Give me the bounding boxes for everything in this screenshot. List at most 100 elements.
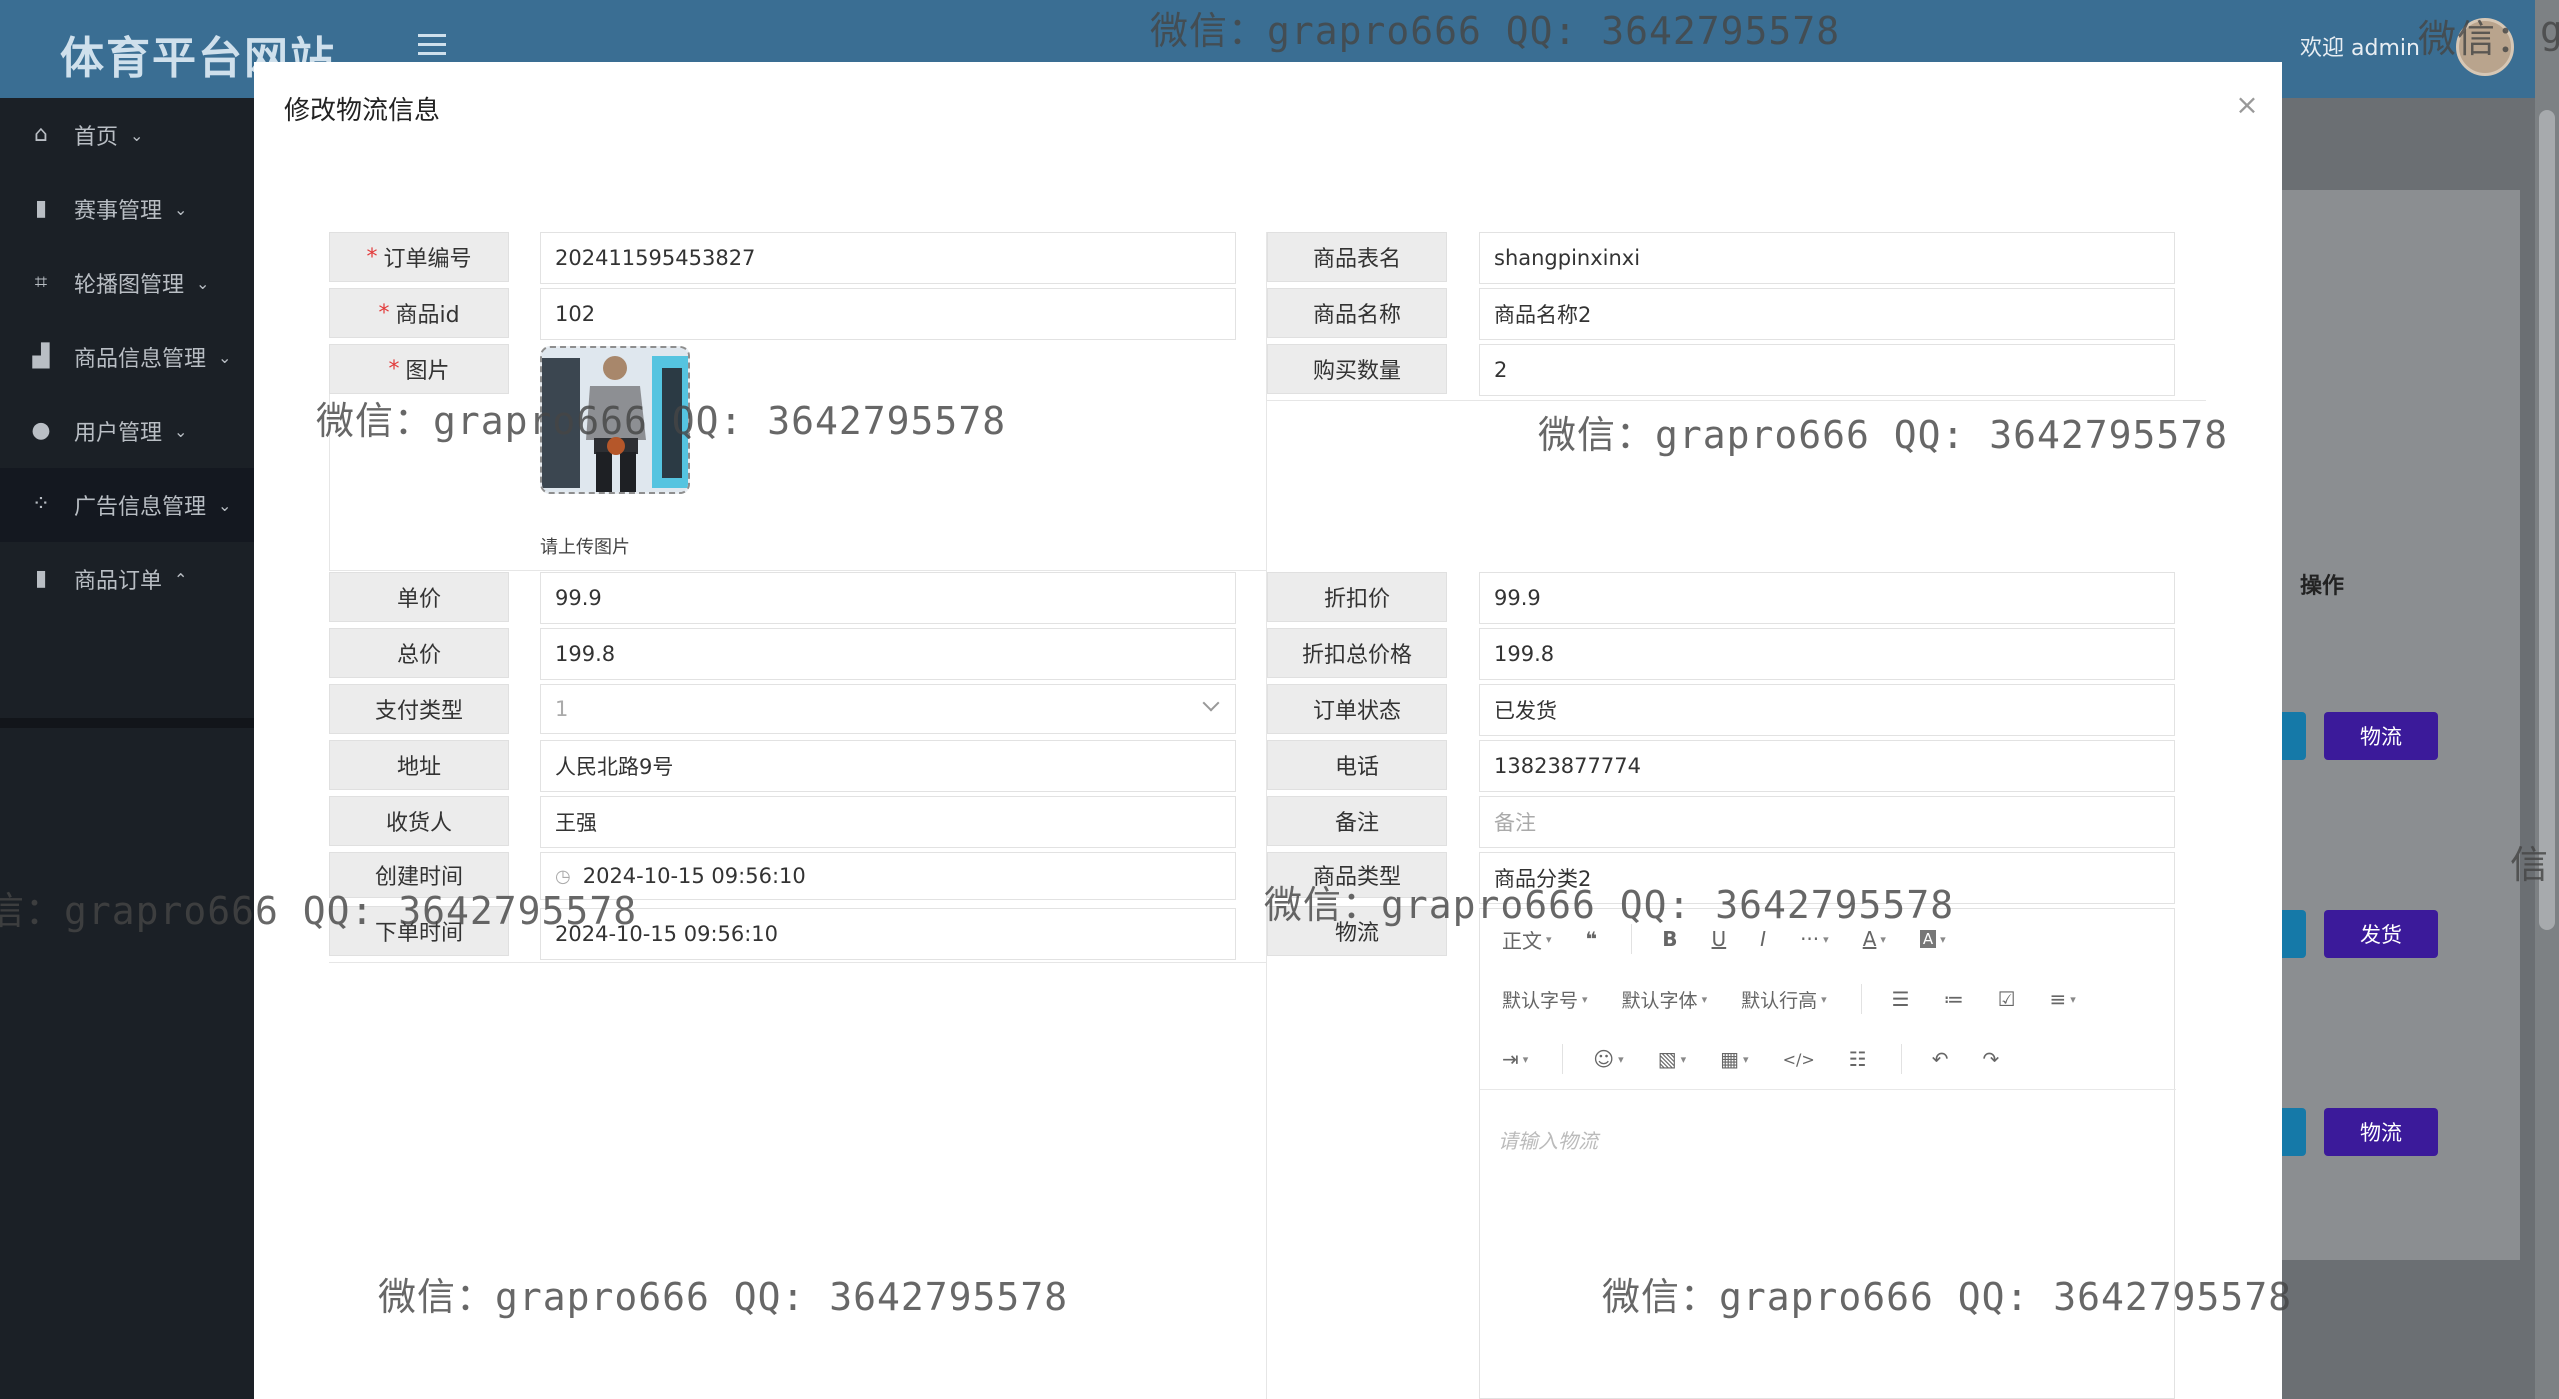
goods-name-field[interactable]: 商品名称2: [1479, 288, 2175, 340]
ship-button[interactable]: 发货: [2324, 910, 2438, 958]
code-icon[interactable]: </>: [1783, 1050, 1815, 1069]
receiver-field[interactable]: 王强: [540, 796, 1236, 848]
order-status-label: 订单状态: [1267, 684, 1447, 734]
watermark: 微信：grapro666 QQ: 3642795578: [1264, 883, 1955, 927]
editor-toolbar-row: 默认字号 ▾ 默认字体 ▾ 默认行高 ▾ ☰ ≔ ☑ ≡ ▾: [1480, 969, 2176, 1029]
todo-list-icon[interactable]: ☑: [1998, 987, 2016, 1011]
font-color-dropdown[interactable]: A ▾: [1863, 927, 1886, 951]
order-time-field[interactable]: 2024-10-15 09:56:10: [540, 908, 1236, 960]
sidebar-item-users[interactable]: ● 用户管理 ⌄: [0, 394, 254, 468]
editor-toolbar-row: ⇥ ▾ ☺ ▾ ▧ ▾ ▦ ▾ </> ☷ ↶ ↷: [1480, 1029, 2176, 1089]
discount-total-field[interactable]: 199.8: [1479, 628, 2175, 680]
watermark: 信: [2510, 843, 2550, 887]
sidebar-item-label: 商品信息管理: [74, 347, 207, 372]
welcome-text: 欢迎 admin: [2300, 36, 2420, 61]
chevron-down-icon: ⌄: [218, 347, 232, 367]
caret-down-icon: ▾: [1823, 932, 1829, 946]
discount-price-field[interactable]: 99.9: [1479, 572, 2175, 624]
bold-icon[interactable]: B: [1662, 927, 1677, 951]
sidebar-item-label: 用户管理: [74, 421, 163, 446]
logistics-editor[interactable]: 正文 ▾ ❝ B U I ··· ▾ A ▾ A ▾ 默认字号 ▾ 默认字体 ▾ 默认行高 ▾…: [1479, 908, 2176, 1399]
sidebar: ⌂ 首页 ⌄ ▮ 赛事管理 ⌄ ⌗ 轮播图管理 ⌄ ▟ 商品信息管理 ⌄ ● 用…: [0, 98, 254, 1399]
remark-label: 备注: [1267, 796, 1447, 846]
quantity-field[interactable]: 2: [1479, 344, 2175, 396]
phone-field[interactable]: 13823877774: [1479, 740, 2175, 792]
editor-divider: [1480, 1089, 2176, 1090]
watermark: 微信：grapro666 QQ: 3642795578: [316, 399, 1007, 443]
caret-down-icon: ▾: [1582, 992, 1588, 1006]
toolbar-separator: [1860, 984, 1862, 1014]
address-field[interactable]: 人民北路9号: [540, 740, 1236, 792]
home-icon: ⌂: [34, 122, 48, 147]
caret-down-icon: ▾: [1940, 932, 1946, 946]
remark-field[interactable]: 备注: [1479, 796, 2175, 848]
emoji-dropdown-icon[interactable]: ☺ ▾: [1593, 1047, 1623, 1071]
row-divider: [329, 570, 1266, 571]
font-family-dropdown[interactable]: 默认字体 ▾: [1622, 986, 1708, 1013]
more-format-dropdown[interactable]: ··· ▾: [1800, 927, 1829, 951]
sidebar-item-label: 轮播图管理: [74, 273, 185, 298]
discount-total-label: 折扣总价格: [1267, 628, 1447, 678]
goods-id-field[interactable]: 102: [540, 288, 1236, 340]
phone-label: 电话: [1267, 740, 1447, 790]
align-dropdown-icon[interactable]: ≡ ▾: [2050, 987, 2076, 1011]
sidebar-item-carousel[interactable]: ⌗ 轮播图管理 ⌄: [0, 246, 254, 320]
sidebar-item-ads[interactable]: ⁘ 广告信息管理 ⌄: [0, 468, 254, 542]
caret-down-icon: ▾: [1701, 992, 1708, 1006]
sidebar-item-orders[interactable]: ▮ 商品订单 ⌃: [0, 542, 254, 616]
order-no-field[interactable]: 202411595453827: [540, 232, 1236, 284]
background-color-dropdown[interactable]: A ▾: [1919, 930, 1946, 948]
close-icon[interactable]: ×: [2232, 90, 2262, 120]
pay-type-label: 支付类型: [329, 684, 509, 734]
watermark: 微信：grapro666 QQ: 3642795578: [1602, 1275, 2293, 1319]
logistics-button[interactable]: 物流: [2324, 712, 2438, 760]
goods-id-label: * 商品id: [329, 288, 509, 338]
create-time-field[interactable]: ◷ 2024-10-15 09:56:10: [540, 852, 1236, 900]
menu-toggle-icon[interactable]: [418, 34, 446, 58]
address-label: 地址: [329, 740, 509, 790]
price-field[interactable]: 99.9: [540, 572, 1236, 624]
image-dropdown-icon[interactable]: ▧ ▾: [1658, 1047, 1686, 1071]
table-name-field[interactable]: shangpinxinxi: [1479, 232, 2175, 284]
sidebar-item-goods[interactable]: ▟ 商品信息管理 ⌄: [0, 320, 254, 394]
logistics-editor-placeholder[interactable]: 请输入物流: [1498, 1125, 1598, 1154]
toolbar-separator: [1562, 1044, 1564, 1074]
logistics-button[interactable]: 物流: [2324, 1108, 2438, 1156]
sidebar-item-home[interactable]: ⌂ 首页 ⌄: [0, 98, 254, 172]
row-divider: [1266, 400, 2206, 401]
order-status-field[interactable]: 已发货: [1479, 684, 2175, 736]
crop-icon: ⌗: [34, 270, 48, 295]
watermark: g: [2540, 8, 2559, 52]
toolbar-separator: [1900, 1044, 1902, 1074]
divider-line-icon[interactable]: ☷: [1849, 1047, 1867, 1071]
chevron-down-icon: ⌄: [130, 125, 144, 145]
book-icon: ▮: [34, 566, 48, 591]
indent-dropdown-icon[interactable]: ⇥ ▾: [1502, 1047, 1528, 1071]
font-size-dropdown[interactable]: 默认字号 ▾: [1502, 986, 1588, 1013]
goods-name-label: 商品名称: [1267, 288, 1447, 338]
watermark: 微信：: [2418, 17, 2536, 61]
bullet-list-icon[interactable]: ☰: [1892, 987, 1910, 1011]
caret-down-icon: ▾: [1880, 932, 1886, 946]
quote-icon[interactable]: ❝: [1586, 927, 1598, 951]
numbered-list-icon[interactable]: ≔: [1944, 987, 1964, 1011]
line-height-dropdown[interactable]: 默认行高 ▾: [1741, 986, 1827, 1013]
sidebar-item-events[interactable]: ▮ 赛事管理 ⌄: [0, 172, 254, 246]
book-icon: ▮: [34, 196, 48, 221]
watermark: 微信：grapro666 QQ: 3642795578: [1150, 9, 1841, 53]
page-scrollbar-thumb[interactable]: [2539, 110, 2555, 930]
chevron-down-icon: ⌄: [196, 273, 210, 293]
total-field[interactable]: 199.8: [540, 628, 1236, 680]
undo-icon[interactable]: ↶: [1932, 1047, 1949, 1071]
row-divider: [329, 962, 1266, 963]
dialog-title: 修改物流信息: [284, 96, 441, 126]
italic-icon[interactable]: I: [1760, 927, 1766, 951]
quantity-label: 购买数量: [1267, 344, 1447, 394]
price-label: 单价: [329, 572, 509, 622]
redo-icon[interactable]: ↷: [1982, 1047, 1999, 1071]
watermark: 微信：grapro666 QQ: 3642795578: [1538, 413, 2229, 457]
pay-type-select[interactable]: 1: [540, 684, 1236, 734]
sidebar-item-label: 赛事管理: [74, 199, 163, 224]
underline-icon[interactable]: U: [1712, 927, 1727, 951]
table-dropdown-icon[interactable]: ▦ ▾: [1720, 1047, 1748, 1071]
